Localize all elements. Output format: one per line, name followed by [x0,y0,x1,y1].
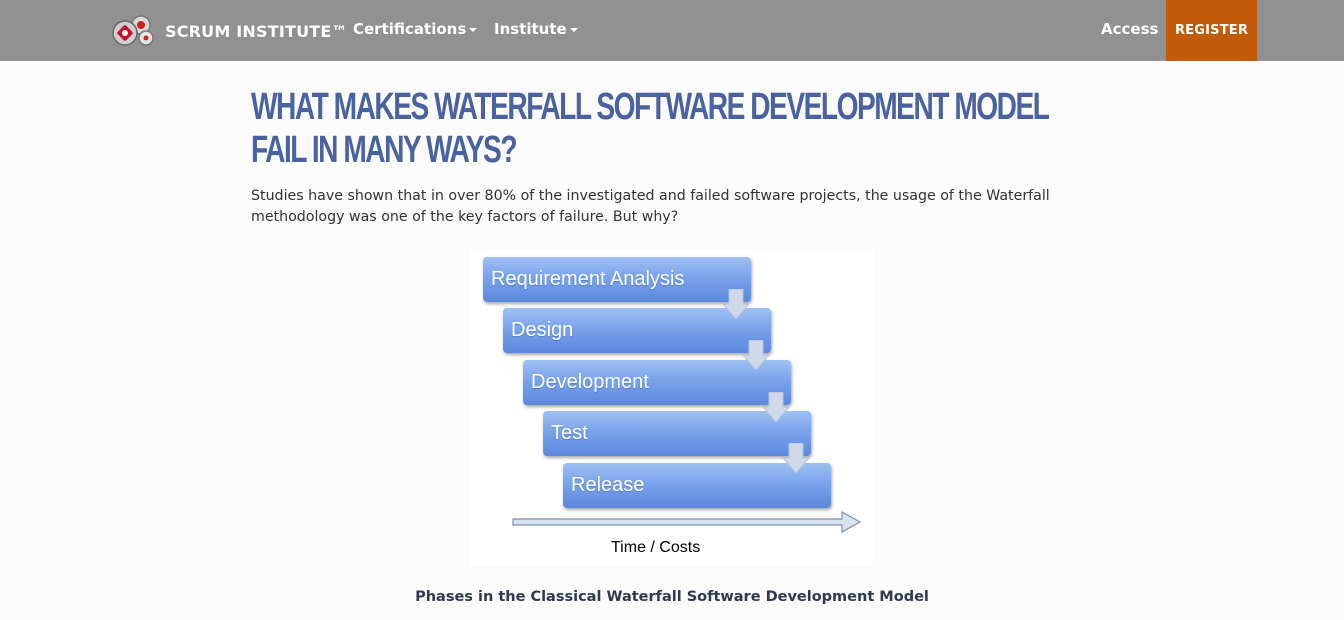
brand-link[interactable]: SCRUM INSTITUTE™ [111,13,348,49]
down-arrow-icon [743,340,769,370]
scrum-institute-logo-icon [111,13,157,49]
right-arrow-icon [512,511,862,533]
down-arrow-icon [763,392,789,422]
caret-down-icon [469,28,478,32]
waterfall-diagram-image: Requirement Analysis Design Development … [470,249,873,566]
nav-certifications-dropdown[interactable]: Certifications [353,20,478,38]
time-costs-label: Time / Costs [611,539,701,556]
phase-requirement-analysis: Requirement Analysis [483,257,751,302]
page-title: What Makes Waterfall Software Developmen… [251,86,1049,171]
down-arrow-icon [723,289,749,319]
brand-name: SCRUM INSTITUTE™ [165,21,348,41]
down-arrow-icon [783,443,809,473]
register-button[interactable]: REGISTER [1166,0,1257,61]
nav-certifications-label: Certifications [353,20,467,38]
top-navbar: SCRUM INSTITUTE™ Certifications Institut… [0,0,1344,61]
caret-down-icon [569,28,578,32]
nav-institute-dropdown[interactable]: Institute [494,20,578,38]
access-link[interactable]: Access [1101,20,1158,38]
nav-institute-label: Institute [494,20,567,38]
figure-caption: Phases in the Classical Waterfall Softwa… [415,589,929,605]
intro-paragraph: Studies have shown that in over 80% of t… [251,188,1050,225]
